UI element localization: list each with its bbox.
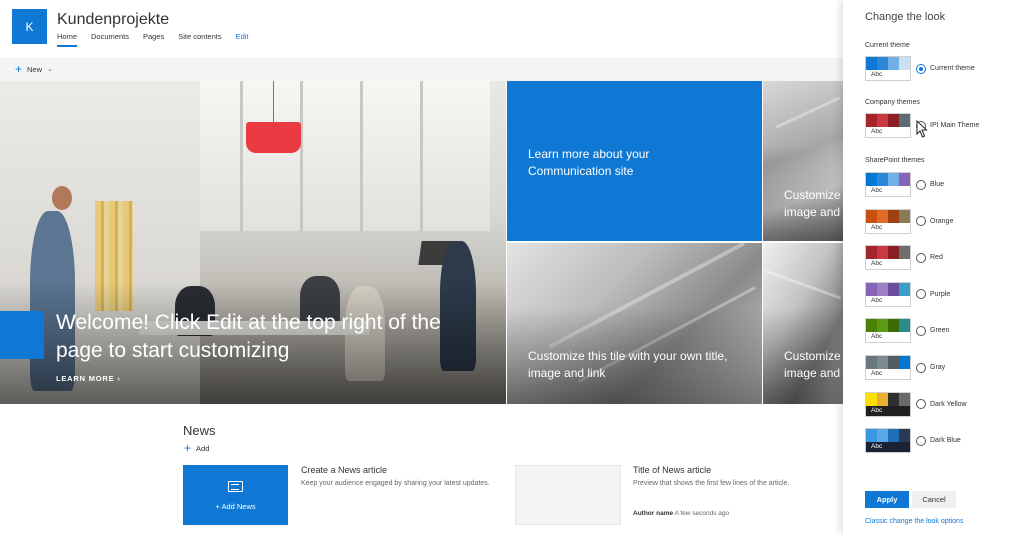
news-article-title[interactable]: Title of News article	[633, 465, 711, 475]
theme-name-dark-yellow[interactable]: Dark Yellow	[930, 401, 967, 408]
news-add-label: Add	[196, 443, 210, 453]
news-icon	[228, 481, 243, 492]
theme-name-green[interactable]: Green	[930, 327, 949, 334]
hero-accent-block	[0, 311, 44, 359]
add-news-tile[interactable]: + Add News	[183, 465, 288, 525]
theme-name-red[interactable]: Red	[930, 254, 943, 261]
theme-radio-orange[interactable]	[916, 216, 926, 227]
theme-radio-green[interactable]	[916, 325, 926, 336]
theme-swatch-sample-text: Abc	[866, 186, 910, 196]
nav-site-contents[interactable]: Site contents	[178, 32, 221, 47]
news-article-author: Author name	[633, 510, 674, 517]
nav-pages[interactable]: Pages	[143, 32, 164, 47]
news-heading: News	[183, 423, 216, 438]
theme-swatch-purple[interactable]: Abc	[865, 281, 911, 307]
learn-more-link[interactable]: LEARN MORE ›	[56, 374, 121, 383]
company-themes-heading: Company themes	[865, 99, 920, 106]
new-label: New	[27, 64, 43, 74]
theme-radio-gray[interactable]	[916, 362, 926, 373]
nav-documents[interactable]: Documents	[91, 32, 129, 47]
theme-swatch-orange[interactable]: Abc	[865, 208, 911, 234]
nav-home[interactable]: Home	[57, 32, 78, 47]
hero-tile-communication[interactable]: Learn more about your Communication site	[507, 81, 762, 241]
plus-icon: +	[184, 441, 192, 455]
theme-name-blue[interactable]: Blue	[930, 181, 944, 188]
theme-radio-red[interactable]	[916, 252, 926, 263]
theme-swatch-green[interactable]: Abc	[865, 318, 911, 344]
theme-swatch-sample-text: Abc	[866, 222, 910, 233]
theme-swatch-current-theme[interactable]: Abc	[865, 56, 911, 81]
theme-swatch-blue[interactable]: Abc	[865, 172, 911, 197]
tile-blue-text: Learn more about your Communication site	[528, 147, 650, 178]
tile-top-right-text: Customize this tile with your own title,…	[784, 188, 843, 219]
theme-swatch-sample-text: Abc	[866, 442, 910, 453]
theme-swatch-sample-text: Abc	[866, 369, 910, 379]
theme-swatch-ipi-main-theme[interactable]: Abc	[865, 113, 911, 138]
tile-bottom-middle-text: Customize this tile with your own title,…	[528, 349, 728, 380]
theme-name-purple[interactable]: Purple	[930, 291, 950, 298]
new-button[interactable]: + New ⌄	[15, 62, 53, 76]
theme-name-ipi-main-theme[interactable]: IPI Main Theme	[930, 122, 979, 129]
hero-main-tile[interactable]: Welcome! Click Edit at the top right of …	[0, 81, 506, 404]
nav-edit[interactable]: Edit	[236, 32, 249, 47]
current-theme-heading: Current theme	[865, 42, 910, 49]
change-the-look-panel: Change the look Current theme Company th…	[843, 0, 1024, 535]
chevron-down-icon: ⌄	[47, 66, 53, 73]
news-article-thumbnail[interactable]	[515, 465, 621, 525]
theme-swatch-sample-text: Abc	[866, 70, 910, 80]
news-add-button[interactable]: + Add	[184, 441, 210, 455]
mouse-pointer-icon	[916, 120, 928, 138]
create-news-description: Keep your audience engaged by sharing yo…	[301, 480, 490, 487]
news-article-time: A few seconds ago	[674, 510, 730, 517]
site-nav: Home Documents Pages Site contents Edit	[57, 32, 249, 47]
panel-title: Change the look	[865, 11, 946, 23]
theme-radio-current-theme[interactable]	[916, 63, 926, 74]
news-article-meta: Author name A few seconds ago	[633, 510, 729, 517]
sharepoint-themes-heading: SharePoint themes	[865, 157, 925, 164]
theme-radio-purple[interactable]	[916, 289, 926, 300]
tile-bottom-right-text: Customize this tile with your own title,…	[784, 349, 843, 380]
apply-button[interactable]: Apply	[865, 491, 909, 508]
theme-swatch-gray[interactable]: Abc	[865, 355, 911, 380]
theme-radio-dark-yellow[interactable]	[916, 399, 926, 410]
theme-swatch-sample-text: Abc	[866, 127, 910, 137]
site-title[interactable]: Kundenprojekte	[57, 11, 169, 29]
theme-radio-blue[interactable]	[916, 179, 926, 190]
add-news-label: Add News	[221, 502, 256, 511]
hero-title: Welcome! Click Edit at the top right of …	[56, 311, 441, 362]
theme-swatch-sample-text: Abc	[866, 295, 910, 306]
site-header: K Kundenprojekte Home Documents Pages Si…	[0, 0, 843, 58]
theme-swatch-dark-yellow[interactable]: Abc	[865, 391, 911, 417]
hero-photo-window	[200, 81, 490, 231]
hero-tile-top-right[interactable]: Customize this tile with your own title,…	[763, 81, 843, 241]
news-article-preview: Preview that shows the first few lines o…	[633, 480, 790, 487]
theme-name-gray[interactable]: Gray	[930, 364, 945, 371]
hero-tile-bottom-middle[interactable]: Customize this tile with your own title,…	[507, 243, 762, 404]
theme-swatch-sample-text: Abc	[866, 332, 910, 343]
chevron-right-icon: ›	[117, 374, 121, 383]
learn-more-label: LEARN MORE	[56, 374, 115, 383]
site-logo[interactable]: K	[12, 9, 47, 44]
theme-name-dark-blue[interactable]: Dark Blue	[930, 437, 961, 444]
theme-swatch-sample-text: Abc	[866, 259, 910, 270]
theme-swatch-dark-blue[interactable]: Abc	[865, 428, 911, 454]
theme-name-current-theme[interactable]: Current theme	[930, 65, 975, 72]
theme-radio-dark-blue[interactable]	[916, 435, 926, 446]
cancel-button[interactable]: Cancel	[912, 491, 956, 508]
plus-icon: +	[15, 62, 23, 76]
theme-name-orange[interactable]: Orange	[930, 218, 953, 225]
hero-tile-bottom-right[interactable]: Customize this tile with your own title,…	[763, 243, 843, 404]
create-news-title[interactable]: Create a News article	[301, 465, 387, 475]
classic-change-look-link[interactable]: Classic change the look options	[865, 518, 963, 525]
hero-section: Welcome! Click Edit at the top right of …	[0, 81, 843, 404]
theme-swatch-sample-text: Abc	[866, 405, 910, 416]
hero-photo-lamp	[246, 122, 301, 153]
command-bar: + New ⌄	[0, 58, 843, 81]
theme-swatch-red[interactable]: Abc	[865, 245, 911, 271]
